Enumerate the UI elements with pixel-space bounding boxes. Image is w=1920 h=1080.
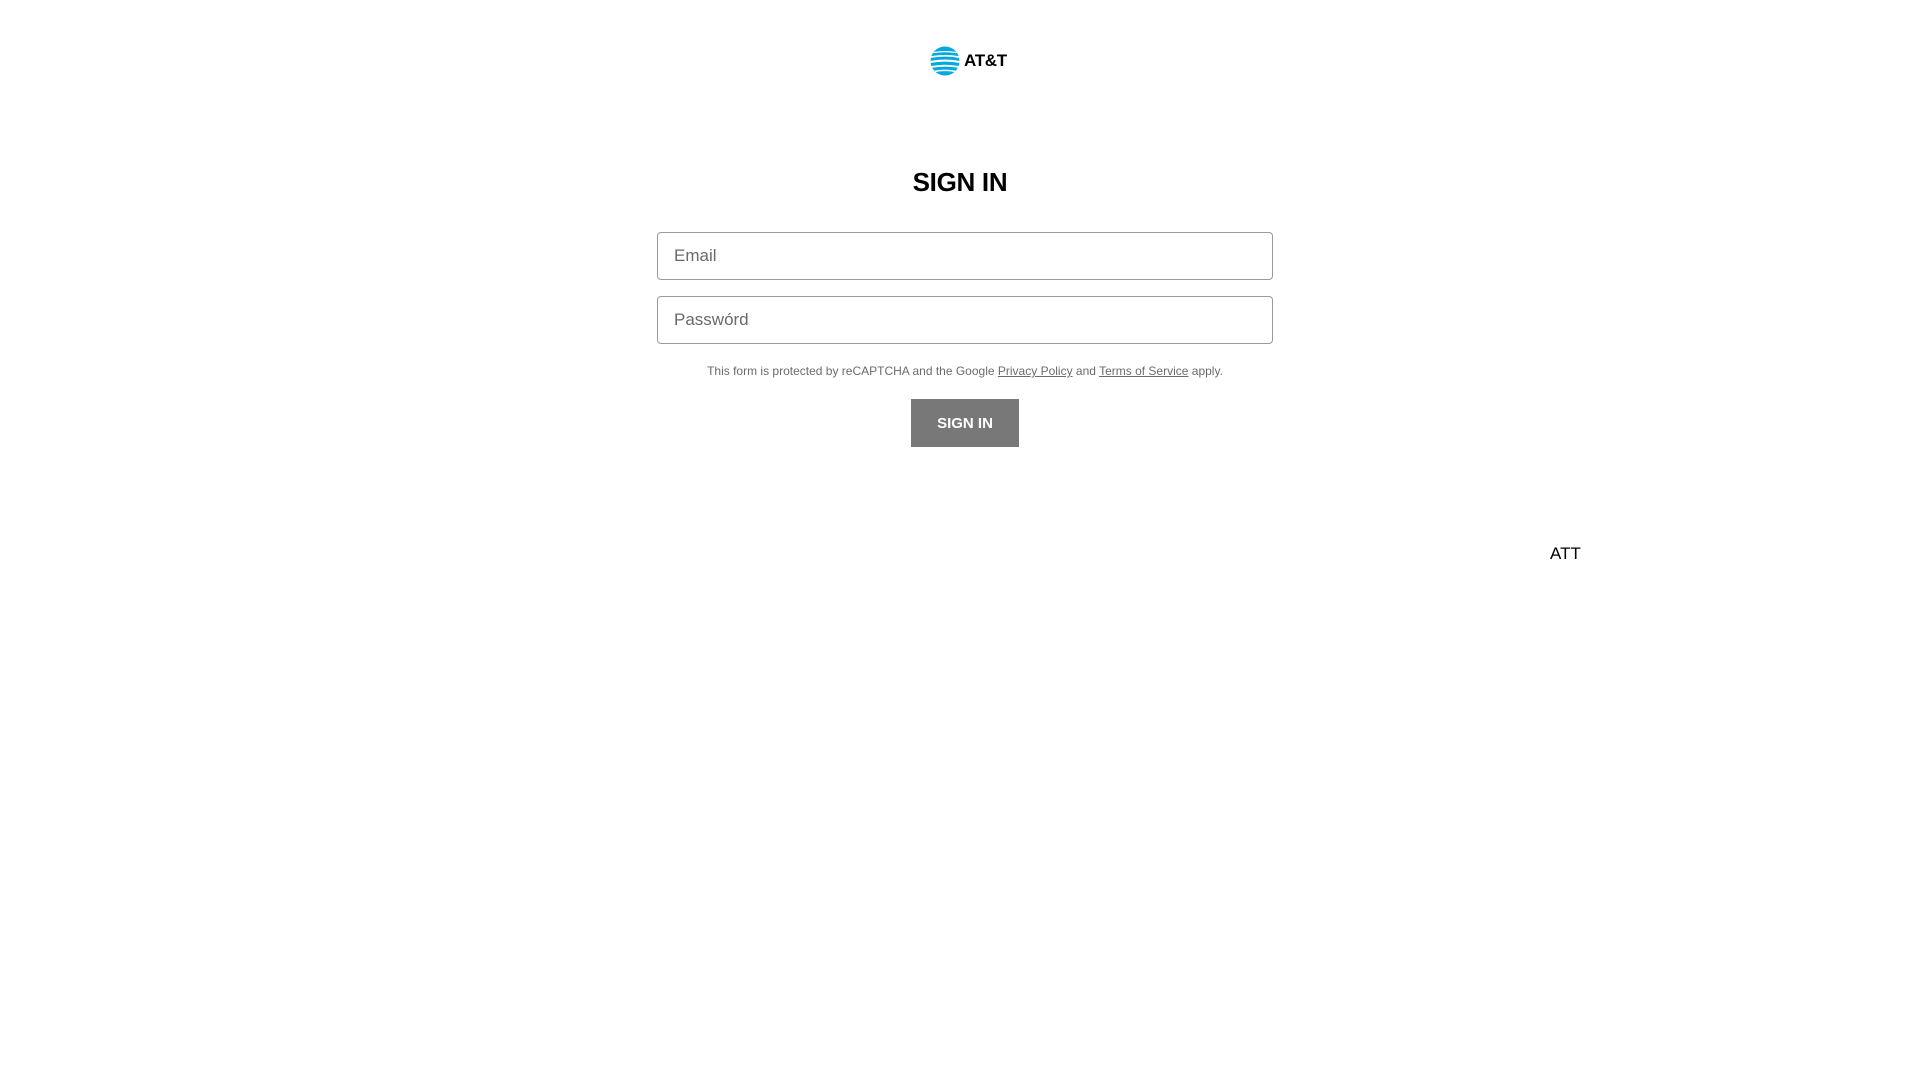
att-globe-icon [930, 46, 960, 76]
email-input[interactable] [657, 232, 1273, 280]
terms-of-service-link[interactable]: Terms of Service [1099, 364, 1188, 378]
footer-brand-text: ATT [1550, 544, 1581, 563]
sign-in-button[interactable]: SIGN IN [911, 399, 1019, 447]
recaptcha-prefix: This form is protected by reCAPTCHA and … [707, 364, 995, 378]
recaptcha-suffix: apply. [1191, 364, 1223, 378]
logo-wordmark: AT&T [964, 51, 1007, 70]
page-title: SIGN IN [912, 167, 1008, 197]
att-logo[interactable]: AT&T [930, 46, 1007, 76]
recaptcha-notice: This form is protected by reCAPTCHA and … [0, 364, 1920, 378]
sign-in-page: AT&T SIGN IN This form is protected by r… [0, 0, 1920, 1080]
recaptcha-and: and [1075, 364, 1096, 378]
privacy-policy-link[interactable]: Privacy Policy [998, 364, 1073, 378]
password-input[interactable] [657, 296, 1273, 344]
